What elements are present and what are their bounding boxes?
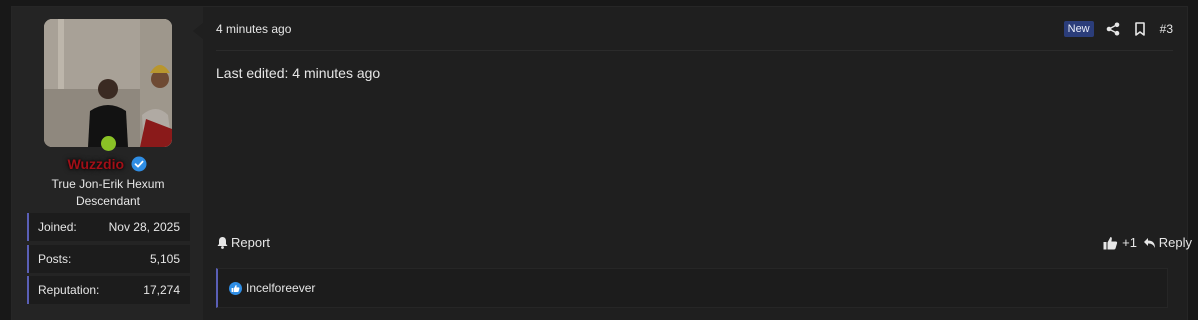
like-count: +1 (1122, 235, 1137, 250)
like-reaction-icon (229, 281, 242, 295)
stat-value: Nov 28, 2025 (108, 220, 180, 234)
username-row: Wuzzdio (12, 155, 203, 175)
stat-joined: Joined: Nov 28, 2025 (27, 213, 190, 241)
reply-button[interactable]: Reply (1143, 235, 1192, 250)
stat-reputation: Reputation: 17,274 (27, 276, 190, 304)
stat-value: 5,105 (149, 252, 180, 266)
username-link[interactable]: Wuzzdio (68, 156, 125, 172)
stat-label: Posts: (38, 252, 72, 266)
post-container: Wuzzdio True Jon-Erik Hexum Descendant J… (11, 6, 1192, 320)
post-pointer-arrow (193, 23, 203, 39)
thumbs-up-icon (1103, 236, 1118, 249)
share-icon[interactable] (1106, 22, 1120, 36)
user-avatar[interactable] (44, 19, 172, 147)
bell-icon (217, 237, 228, 249)
new-badge: New (1063, 21, 1094, 37)
post-header: 4 minutes ago New #3 (216, 7, 1173, 51)
bookmark-icon[interactable] (1133, 22, 1147, 36)
stat-label: Joined: (38, 220, 77, 234)
stat-label: Reputation: (38, 283, 100, 297)
stat-posts: Posts: 5,105 (27, 245, 190, 273)
report-label: Report (231, 235, 271, 250)
stat-value: 17,274 (143, 283, 180, 297)
reply-label: Reply (1158, 235, 1192, 250)
user-info-panel: Wuzzdio True Jon-Erik Hexum Descendant J… (12, 7, 203, 320)
post-footer-actions: Report +1 Reply (216, 235, 1196, 253)
post-number-link[interactable]: #3 (1160, 22, 1173, 36)
avatar-image (44, 19, 172, 147)
reacted-user-link[interactable]: Incelforeever (246, 281, 315, 295)
post-timestamp[interactable]: 4 minutes ago (216, 22, 291, 36)
post-header-actions: New #3 (1063, 19, 1173, 39)
post-content: 4 minutes ago New #3 Last edited: 4 minu… (203, 7, 1192, 320)
report-button[interactable]: Report (216, 235, 270, 250)
online-status-indicator (101, 136, 116, 151)
reply-icon (1143, 237, 1155, 248)
like-button[interactable]: +1 (1103, 235, 1137, 250)
post-body: Last edited: 4 minutes ago (216, 65, 381, 81)
reactions-bar[interactable]: Incelforeever (216, 268, 1168, 308)
verified-badge-icon (131, 156, 147, 172)
user-title: True Jon-Erik Hexum Descendant (51, 177, 165, 208)
